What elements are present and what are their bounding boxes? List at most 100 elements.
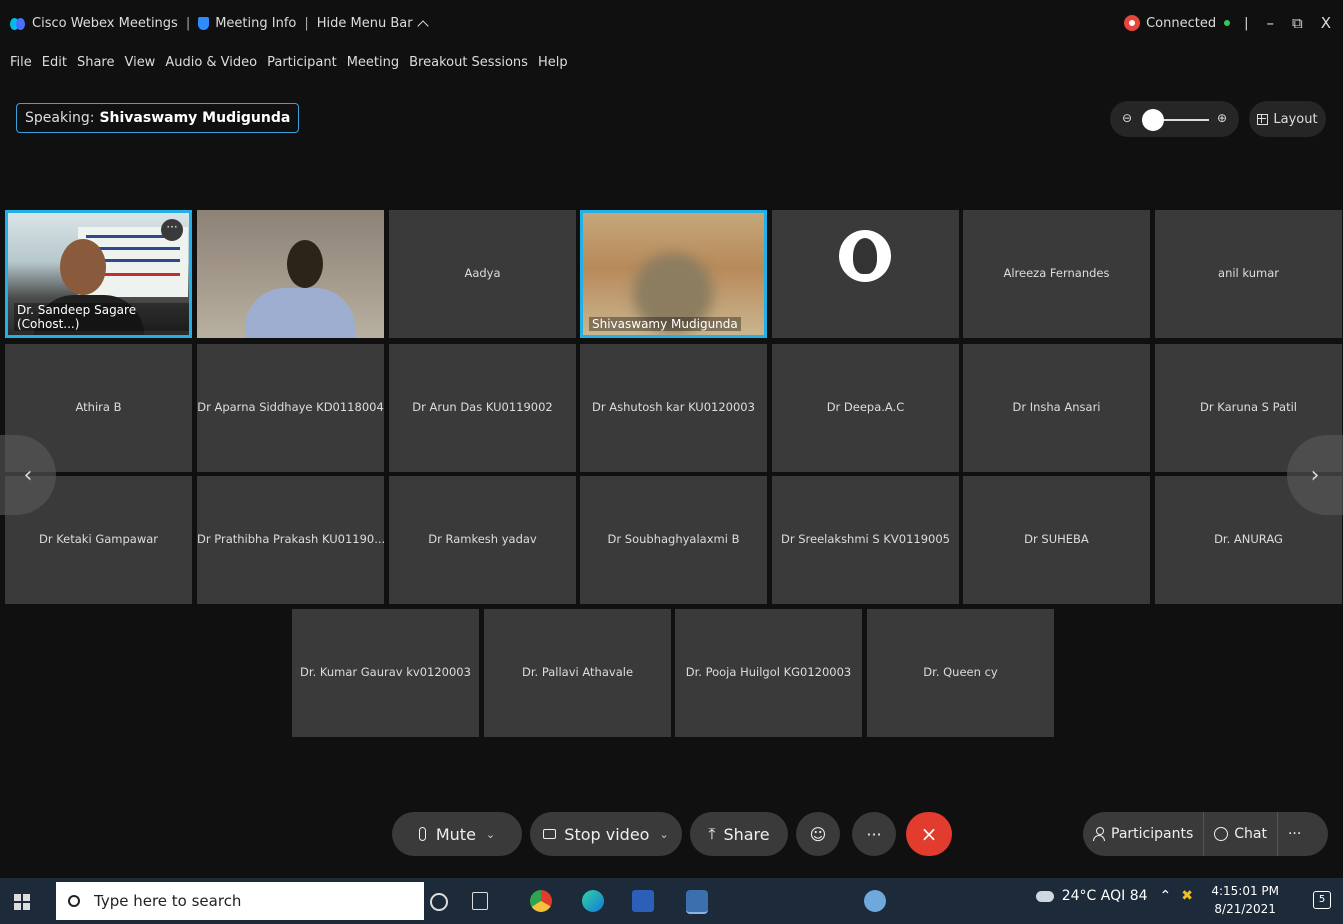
emoji-icon: ☺ [809, 824, 827, 844]
weather-text[interactable]: 24°C AQI 84 [1062, 888, 1148, 904]
participant-tile[interactable]: Aadya [389, 210, 576, 338]
stop-video-button[interactable]: Stop video ⌄ [530, 812, 682, 856]
participant-tile[interactable]: Dr. Pooja Huilgol KG0120003 [675, 609, 862, 737]
share-icon: ⤒ [708, 824, 716, 843]
zoom-in-icon[interactable]: ⊕ [1217, 111, 1227, 125]
share-button[interactable]: ⤒ Share [690, 812, 788, 856]
menu-help[interactable]: Help [538, 55, 568, 70]
participant-name: Dr. Kumar Gaurav kv0120003 [300, 665, 471, 679]
panel-more-button[interactable]: ··· [1278, 812, 1311, 856]
participant-name: Athira B [75, 400, 122, 414]
participant-tile[interactable] [772, 210, 959, 338]
participant-name: Dr Soubhaghyalaxmi B [607, 532, 740, 546]
participant-tile[interactable]: Dr Soubhaghyalaxmi B [580, 476, 767, 604]
mute-button[interactable]: Mute ⌄ [392, 812, 522, 856]
participant-tile[interactable]: Dr. Kumar Gaurav kv0120003 [292, 609, 479, 737]
chevron-down-icon[interactable]: ⌄ [659, 828, 668, 841]
title-bar: Cisco Webex Meetings | Meeting Info | Hi… [0, 0, 1343, 52]
participant-tile[interactable]: Dr Ashutosh kar KU0120003 [580, 344, 767, 472]
participant-tile[interactable]: Dr Deepa.A.C [772, 344, 959, 472]
participant-tile[interactable]: Dr Insha Ansari [963, 344, 1150, 472]
end-call-button[interactable]: × [906, 812, 952, 856]
chat-button[interactable]: Chat [1204, 812, 1278, 856]
participants-button[interactable]: Participants [1083, 812, 1205, 856]
hide-menu-bar-button[interactable]: Hide Menu Bar [317, 16, 413, 31]
participant-grid: ··· Dr. Sandeep Sagare (Cohost...) Aadya… [0, 210, 1343, 750]
menu-audio-video[interactable]: Audio & Video [165, 55, 257, 70]
menu-edit[interactable]: Edit [42, 55, 67, 70]
zoom-slider[interactable]: ⊖ ⊕ [1110, 101, 1239, 137]
camera-icon [543, 829, 557, 839]
participant-tile[interactable] [197, 210, 384, 338]
microphone-icon [418, 827, 426, 841]
participant-tile[interactable]: Dr Prathibha Prakash KU01190... [197, 476, 384, 604]
speaking-label: Speaking: [25, 110, 95, 126]
zoom-out-icon[interactable]: ⊖ [1122, 111, 1132, 125]
participant-tile[interactable]: Dr Aparna Siddhaye KD0118004 [197, 344, 384, 472]
taskbar: Type here to search 24°C AQI 84 ⌃ ✖ 4:15… [0, 878, 1343, 924]
search-icon [68, 895, 80, 907]
speaking-indicator: Speaking: Shivaswamy Mudigunda [16, 103, 300, 133]
chevron-up-icon [416, 19, 429, 32]
cortana-icon[interactable] [430, 893, 448, 911]
participant-name: Dr. Pooja Huilgol KG0120003 [685, 665, 852, 679]
participant-tile[interactable]: Dr SUHEBA [963, 476, 1150, 604]
restore-button[interactable]: ⧉ [1292, 14, 1303, 32]
chat-label: Chat [1234, 826, 1267, 842]
menu-file[interactable]: File [10, 55, 32, 70]
help-app-icon[interactable] [864, 890, 886, 912]
participant-tile[interactable]: Dr Arun Das KU0119002 [389, 344, 576, 472]
menu-share[interactable]: Share [77, 55, 115, 70]
participant-tile[interactable]: Alreeza Fernandes [963, 210, 1150, 338]
zoom-thumb[interactable] [1142, 109, 1164, 131]
participants-label: Participants [1111, 826, 1194, 842]
participant-name: Dr Ashutosh kar KU0120003 [592, 400, 755, 414]
participant-tile[interactable]: Dr Ramkesh yadav [389, 476, 576, 604]
windows-start-icon[interactable] [14, 894, 30, 910]
connected-dot-icon [1224, 20, 1231, 26]
participant-tile[interactable]: Dr Sreelakshmi S KV0119005 [772, 476, 959, 604]
more-options-icon[interactable]: ··· [161, 219, 183, 241]
menu-breakout-sessions[interactable]: Breakout Sessions [409, 55, 528, 70]
participant-name: Dr Sreelakshmi S KV0119005 [781, 532, 950, 546]
participant-tile[interactable]: anil kumar [1155, 210, 1342, 338]
meeting-info-button[interactable]: Meeting Info [215, 16, 296, 31]
shield-icon [198, 17, 210, 30]
layout-button[interactable]: Layout [1249, 101, 1326, 137]
participant-tile[interactable]: Dr. Queen cy [867, 609, 1054, 737]
mute-label: Mute [435, 824, 476, 844]
participant-tile[interactable]: Dr. Pallavi Athavale [484, 609, 671, 737]
participant-name: Aadya [464, 266, 501, 280]
chevron-down-icon[interactable]: ⌄ [486, 828, 495, 841]
minimize-button[interactable]: – [1267, 14, 1275, 32]
participant-name: Dr. Queen cy [923, 665, 998, 679]
avatar-logo-icon [839, 230, 891, 282]
participant-tile[interactable]: Shivaswamy Mudigunda [580, 210, 767, 338]
chevron-up-icon[interactable]: ⌃ [1160, 888, 1172, 904]
layout-label: Layout [1273, 111, 1318, 127]
notification-icon[interactable]: 5 [1313, 891, 1331, 909]
chevron-right-icon: › [1310, 462, 1320, 488]
chrome-icon[interactable] [530, 890, 552, 912]
menu-participant[interactable]: Participant [267, 55, 337, 70]
app-name: Cisco Webex Meetings [32, 16, 178, 31]
task-view-icon[interactable] [472, 892, 488, 910]
close-button[interactable]: X [1321, 14, 1331, 32]
taskbar-search[interactable]: Type here to search [56, 882, 424, 920]
menu-meeting[interactable]: Meeting [347, 55, 399, 70]
search-placeholder: Type here to search [94, 892, 242, 910]
clock[interactable]: 4:15:01 PM 8/21/2021 [1211, 882, 1279, 918]
stop-video-label: Stop video [564, 824, 650, 844]
participants-icon [1093, 827, 1105, 841]
word-icon[interactable] [632, 890, 654, 912]
webex-taskbar-icon[interactable] [686, 890, 708, 914]
edge-icon[interactable] [582, 890, 604, 912]
reactions-button[interactable]: ☺ [796, 812, 840, 856]
network-icon[interactable]: ✖ [1181, 888, 1193, 904]
more-options-button[interactable]: ··· [852, 812, 896, 856]
close-icon: × [920, 822, 938, 846]
menu-view[interactable]: View [124, 55, 155, 70]
participant-name: Dr SUHEBA [1024, 532, 1089, 546]
panel-buttons: Participants Chat ··· [1083, 812, 1328, 856]
participant-tile[interactable]: ··· Dr. Sandeep Sagare (Cohost...) [5, 210, 192, 338]
